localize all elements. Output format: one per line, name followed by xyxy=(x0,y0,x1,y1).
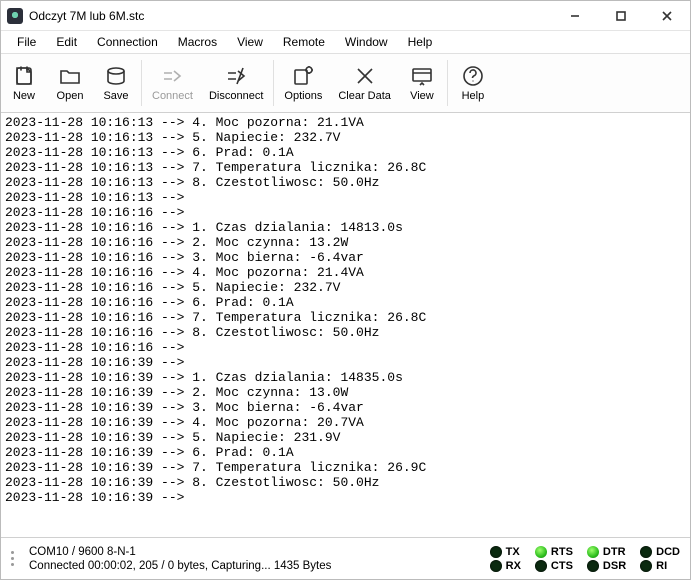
terminal-line: 2023-11-28 10:16:13 --> 6. Prad: 0.1A xyxy=(5,145,686,160)
titlebar: Odczyt 7M lub 6M.stc xyxy=(1,1,690,31)
menu-edit[interactable]: Edit xyxy=(46,33,87,51)
led-rx: RX xyxy=(490,560,521,572)
save-button[interactable]: Save xyxy=(93,56,139,110)
menu-window[interactable]: Window xyxy=(335,33,398,51)
help-icon xyxy=(461,64,485,88)
led-dsr: DSR xyxy=(587,560,626,572)
terminal-line: 2023-11-28 10:16:16 --> 8. Czestotliwosc… xyxy=(5,325,686,340)
connect-button: Connect xyxy=(144,56,201,110)
led-dtr: DTR xyxy=(587,546,626,558)
terminal-line: 2023-11-28 10:16:16 --> 4. Moc pozorna: … xyxy=(5,265,686,280)
toolbar: New Open Save Connect Disconnect Options… xyxy=(1,53,690,113)
help-label: Help xyxy=(462,90,485,102)
disconnect-icon xyxy=(224,64,248,88)
open-button[interactable]: Open xyxy=(47,56,93,110)
statusbar: COM10 / 9600 8-N-1 Connected 00:00:02, 2… xyxy=(1,537,690,579)
terminal-output[interactable]: 2023-11-28 10:16:13 --> 4. Moc pozorna: … xyxy=(1,113,690,537)
terminal-line: 2023-11-28 10:16:39 --> 8. Czestotliwosc… xyxy=(5,475,686,490)
maximize-button[interactable] xyxy=(598,1,644,31)
terminal-line: 2023-11-28 10:16:13 --> 5. Napiecie: 232… xyxy=(5,130,686,145)
save-label: Save xyxy=(103,90,128,102)
new-label: New xyxy=(13,90,35,102)
disconnect-label: Disconnect xyxy=(209,90,263,102)
menu-connection[interactable]: Connection xyxy=(87,33,168,51)
terminal-line: 2023-11-28 10:16:39 --> 5. Napiecie: 231… xyxy=(5,430,686,445)
toolbar-separator xyxy=(141,60,142,106)
terminal-line: 2023-11-28 10:16:39 --> 7. Temperatura l… xyxy=(5,460,686,475)
open-label: Open xyxy=(57,90,84,102)
terminal-line: 2023-11-28 10:16:16 --> 2. Moc czynna: 1… xyxy=(5,235,686,250)
menu-file[interactable]: File xyxy=(7,33,46,51)
save-icon xyxy=(104,64,128,88)
led-ri: RI xyxy=(640,560,680,572)
terminal-line: 2023-11-28 10:16:13 --> 4. Moc pozorna: … xyxy=(5,115,686,130)
status-leds: TX RTS DTR DCD RX CTS DSR RI xyxy=(490,546,680,572)
menu-help[interactable]: Help xyxy=(398,33,443,51)
status-info: Connected 00:00:02, 205 / 0 bytes, Captu… xyxy=(29,560,331,572)
new-icon xyxy=(12,64,36,88)
close-button[interactable] xyxy=(644,1,690,31)
options-icon xyxy=(291,64,315,88)
minimize-button[interactable] xyxy=(552,1,598,31)
led-rts: RTS xyxy=(535,546,573,558)
terminal-line: 2023-11-28 10:16:39 --> xyxy=(5,490,686,505)
status-port: COM10 / 9600 8-N-1 xyxy=(29,546,331,558)
toolbar-separator xyxy=(273,60,274,106)
options-label: Options xyxy=(284,90,322,102)
led-cts: CTS xyxy=(535,560,573,572)
clear-icon xyxy=(353,64,377,88)
view-button[interactable]: View xyxy=(399,56,445,110)
terminal-line: 2023-11-28 10:16:13 --> 7. Temperatura l… xyxy=(5,160,686,175)
terminal-line: 2023-11-28 10:16:16 --> 1. Czas dzialani… xyxy=(5,220,686,235)
terminal-line: 2023-11-28 10:16:39 --> 2. Moc czynna: 1… xyxy=(5,385,686,400)
disconnect-button[interactable]: Disconnect xyxy=(201,56,271,110)
view-label: View xyxy=(410,90,434,102)
window-title: Odczyt 7M lub 6M.stc xyxy=(29,9,552,23)
led-dcd: DCD xyxy=(640,546,680,558)
terminal-line: 2023-11-28 10:16:39 --> 1. Czas dzialani… xyxy=(5,370,686,385)
view-icon xyxy=(410,64,434,88)
menu-remote[interactable]: Remote xyxy=(273,33,335,51)
terminal-line: 2023-11-28 10:16:39 --> 3. Moc bierna: -… xyxy=(5,400,686,415)
terminal-line: 2023-11-28 10:16:13 --> 8. Czestotliwosc… xyxy=(5,175,686,190)
terminal-line: 2023-11-28 10:16:16 --> 5. Napiecie: 232… xyxy=(5,280,686,295)
terminal-line: 2023-11-28 10:16:39 --> xyxy=(5,355,686,370)
terminal-line: 2023-11-28 10:16:16 --> xyxy=(5,205,686,220)
terminal-line: 2023-11-28 10:16:16 --> xyxy=(5,340,686,355)
menu-view[interactable]: View xyxy=(227,33,273,51)
connect-icon xyxy=(160,64,184,88)
grip-icon xyxy=(11,544,21,574)
help-button[interactable]: Help xyxy=(450,56,496,110)
app-icon xyxy=(7,8,23,24)
app-window: Odczyt 7M lub 6M.stc File Edit Connectio… xyxy=(0,0,691,580)
terminal-line: 2023-11-28 10:16:39 --> 6. Prad: 0.1A xyxy=(5,445,686,460)
terminal-line: 2023-11-28 10:16:16 --> 6. Prad: 0.1A xyxy=(5,295,686,310)
new-button[interactable]: New xyxy=(1,56,47,110)
open-icon xyxy=(58,64,82,88)
toolbar-separator xyxy=(447,60,448,106)
terminal-line: 2023-11-28 10:16:16 --> 7. Temperatura l… xyxy=(5,310,686,325)
clear-data-button[interactable]: Clear Data xyxy=(330,56,399,110)
terminal-line: 2023-11-28 10:16:39 --> 4. Moc pozorna: … xyxy=(5,415,686,430)
terminal-line: 2023-11-28 10:16:13 --> xyxy=(5,190,686,205)
menubar: File Edit Connection Macros View Remote … xyxy=(1,31,690,53)
clear-label: Clear Data xyxy=(338,90,391,102)
terminal-line: 2023-11-28 10:16:16 --> 3. Moc bierna: -… xyxy=(5,250,686,265)
options-button[interactable]: Options xyxy=(276,56,330,110)
menu-macros[interactable]: Macros xyxy=(168,33,227,51)
led-tx: TX xyxy=(490,546,521,558)
connect-label: Connect xyxy=(152,90,193,102)
